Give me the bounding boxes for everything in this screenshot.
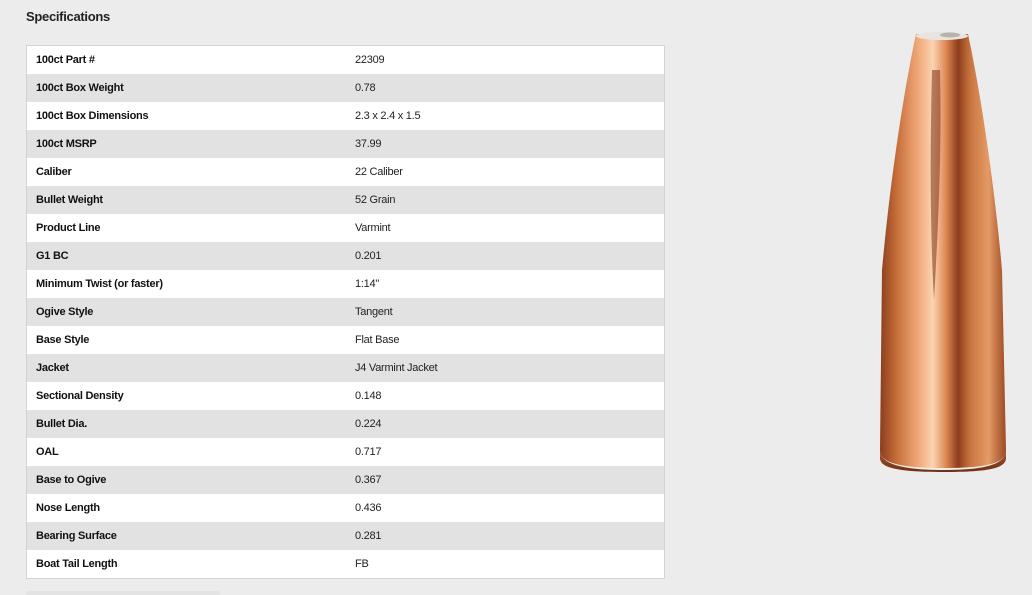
- spec-value: 0.281: [355, 522, 665, 550]
- spec-value: 37.99: [355, 130, 665, 158]
- spec-row: Nose Length 0.436: [26, 494, 665, 522]
- spec-row: Base to Ogive 0.367: [26, 466, 665, 494]
- spec-value: Varmint: [355, 214, 665, 242]
- spec-value: 0.224: [355, 410, 665, 438]
- spec-row: 100ct Box Dimensions 2.3 x 2.4 x 1.5: [26, 102, 665, 130]
- spec-value: 0.436: [355, 494, 665, 522]
- spec-value: Flat Base: [355, 326, 665, 354]
- spec-row: OAL 0.717: [26, 438, 665, 466]
- spec-label: 100ct MSRP: [26, 130, 355, 158]
- spec-label: Boat Tail Length: [26, 550, 355, 579]
- spec-row: Bullet Weight 52 Grain: [26, 186, 665, 214]
- spec-value: 0.78: [355, 74, 665, 102]
- spec-value: 0.367: [355, 466, 665, 494]
- spec-row: Minimum Twist (or faster) 1:14": [26, 270, 665, 298]
- spec-label: Sectional Density: [26, 382, 355, 410]
- section-title: Specifications: [26, 9, 110, 24]
- spec-row: Caliber 22 Caliber: [26, 158, 665, 186]
- spec-label: Product Line: [26, 214, 355, 242]
- spec-value: 1:14": [355, 270, 665, 298]
- spec-label: Jacket: [26, 354, 355, 382]
- spec-label: OAL: [26, 438, 355, 466]
- spec-label: Nose Length: [26, 494, 355, 522]
- spec-value: 0.148: [355, 382, 665, 410]
- spec-label: 100ct Part #: [26, 45, 355, 74]
- spec-row: Sectional Density 0.148: [26, 382, 665, 410]
- spec-row: Ogive Style Tangent: [26, 298, 665, 326]
- spec-label: Base to Ogive: [26, 466, 355, 494]
- spec-row: Boat Tail Length FB: [26, 550, 665, 579]
- spec-value: 0.717: [355, 438, 665, 466]
- spec-row: 100ct Box Weight 0.78: [26, 74, 665, 102]
- spec-value: 22309: [355, 45, 665, 74]
- spec-row: G1 BC 0.201: [26, 242, 665, 270]
- specifications-table: 100ct Part #22309 100ct Box Weight 0.78 100…: [26, 45, 665, 579]
- bullet-product-image: [880, 32, 1006, 472]
- spec-value: FB: [355, 550, 665, 579]
- bottom-tab[interactable]: [26, 591, 220, 595]
- spec-label: Bearing Surface: [26, 522, 355, 550]
- spec-value: 22 Caliber: [355, 158, 665, 186]
- spec-row: Bearing Surface 0.281: [26, 522, 665, 550]
- spec-value: 0.201: [355, 242, 665, 270]
- spec-label: Bullet Dia.: [26, 410, 355, 438]
- spec-value: Tangent: [355, 298, 665, 326]
- spec-label: Minimum Twist (or faster): [26, 270, 355, 298]
- spec-row: Bullet Dia. 0.224: [26, 410, 665, 438]
- spec-label: Base Style: [26, 326, 355, 354]
- spec-label: 100ct Box Weight: [26, 74, 355, 102]
- spec-value: 52 Grain: [355, 186, 665, 214]
- spec-label: Caliber: [26, 158, 355, 186]
- spec-row: 100ct MSRP 37.99: [26, 130, 665, 158]
- spec-value: J4 Varmint Jacket: [355, 354, 665, 382]
- spec-label: G1 BC: [26, 242, 355, 270]
- spec-row: 100ct Part #22309: [26, 45, 665, 74]
- spec-row: Product Line Varmint: [26, 214, 665, 242]
- spec-label: 100ct Box Dimensions: [26, 102, 355, 130]
- spec-label: Bullet Weight: [26, 186, 355, 214]
- spec-label: Ogive Style: [26, 298, 355, 326]
- spec-row: Jacket J4 Varmint Jacket: [26, 354, 665, 382]
- spec-row: Base Style Flat Base: [26, 326, 665, 354]
- spec-value: 2.3 x 2.4 x 1.5: [355, 102, 665, 130]
